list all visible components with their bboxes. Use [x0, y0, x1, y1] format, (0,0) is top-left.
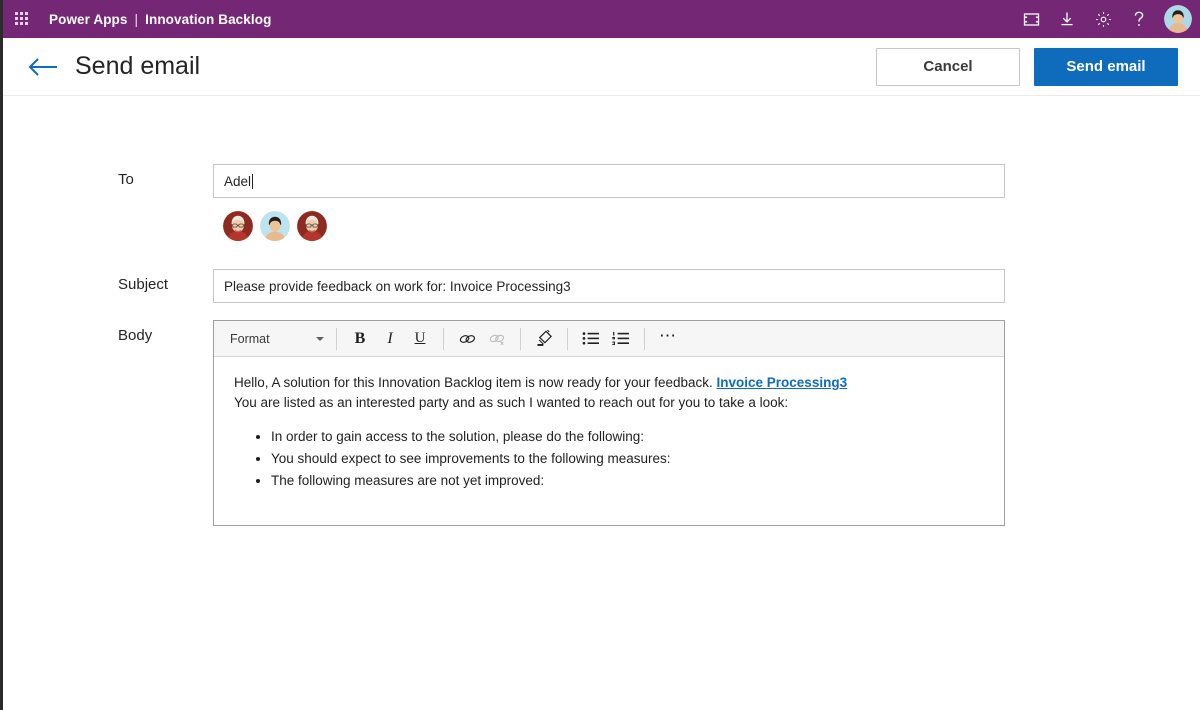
cancel-button[interactable]: Cancel: [876, 47, 1020, 86]
to-label: To: [118, 171, 134, 188]
body-paragraph-2: You are listed as an interested party an…: [234, 395, 789, 410]
command-bar-actions: Cancel Send email: [876, 47, 1178, 86]
email-body-content[interactable]: Hello, A solution for this Innovation Ba…: [214, 357, 1004, 525]
italic-button[interactable]: I: [375, 325, 405, 353]
subject-label: Subject: [118, 276, 169, 293]
list-item: You should expect to see improvements to…: [271, 448, 986, 469]
bold-button[interactable]: B: [345, 325, 375, 353]
subject-input[interactable]: Please provide feedback on work for: Inv…: [213, 269, 1005, 303]
list-item: In order to gain access to the solution,…: [271, 426, 986, 447]
recipient-avatar-1[interactable]: [223, 211, 253, 241]
unlink-icon: [482, 325, 512, 353]
download-icon[interactable]: [1050, 2, 1084, 36]
body-paragraph-1: Hello, A solution for this Innovation Ba…: [234, 373, 986, 393]
recipient-avatar-3[interactable]: [297, 211, 327, 241]
invoice-processing-link[interactable]: Invoice Processing3: [717, 375, 848, 390]
more-options-button[interactable]: ⋯: [653, 325, 683, 353]
to-field-container: Adel: [213, 164, 1005, 241]
format-dropdown[interactable]: Format: [220, 326, 328, 352]
to-input-value: Adel: [224, 173, 252, 189]
power-apps-send-email-screen: Power Apps | Innovation Backlog Send ema…: [0, 0, 1200, 710]
chevron-down-icon: [316, 336, 324, 341]
waffle-grid: [15, 12, 29, 26]
rich-text-toolbar: Format B I U ⋯: [214, 321, 1004, 357]
format-dropdown-label: Format: [230, 331, 270, 346]
bulleted-list-icon[interactable]: [576, 325, 606, 353]
app-launcher-waffle-icon[interactable]: [9, 6, 35, 32]
field-row-body: Body Format B I U ⋯ Hello, A solution fo…: [3, 320, 1200, 526]
toolbar-divider: [520, 327, 521, 350]
text-cursor: [252, 173, 254, 189]
back-arrow-icon[interactable]: [23, 49, 63, 85]
app-name[interactable]: Power Apps: [49, 12, 128, 27]
recipient-avatar-2[interactable]: [260, 211, 290, 241]
subject-field-container: Please provide feedback on work for: Inv…: [213, 269, 1005, 303]
toolbar-divider: [644, 327, 645, 350]
body-label: Body: [118, 327, 153, 344]
suite-bar: Power Apps | Innovation Backlog: [3, 0, 1200, 38]
list-item: The following measures are not yet impro…: [271, 470, 986, 491]
rich-text-editor: Format B I U ⋯ Hello, A solution for thi…: [213, 320, 1005, 526]
title-separator: |: [134, 11, 139, 27]
subject-input-value: Please provide feedback on work for: Inv…: [224, 278, 571, 294]
settings-gear-icon[interactable]: [1086, 2, 1120, 36]
avatar[interactable]: [1164, 5, 1192, 33]
command-bar: Send email Cancel Send email: [3, 38, 1200, 96]
field-row-to: To Adel: [3, 164, 1200, 241]
field-row-subject: Subject Please provide feedback on work …: [3, 269, 1200, 303]
environment-name[interactable]: Innovation Backlog: [145, 12, 271, 27]
send-email-form: To Adel Subject Please provide feedback …: [3, 96, 1200, 526]
clear-formatting-icon[interactable]: [529, 325, 559, 353]
page-title: Send email: [75, 52, 201, 80]
numbered-list-icon[interactable]: [606, 325, 636, 353]
body-field-container: Format B I U ⋯ Hello, A solution for thi…: [213, 320, 1005, 526]
fit-to-screen-icon[interactable]: [1014, 2, 1048, 36]
to-input[interactable]: Adel: [213, 164, 1005, 198]
toolbar-divider: [336, 327, 337, 350]
send-email-button[interactable]: Send email: [1034, 47, 1178, 86]
body-paragraph-1-text: Hello, A solution for this Innovation Ba…: [234, 375, 717, 390]
help-icon[interactable]: [1122, 2, 1156, 36]
toolbar-divider: [567, 327, 568, 350]
recipient-suggestion-list: [223, 211, 1005, 241]
suite-bar-actions: [1014, 0, 1192, 38]
toolbar-divider: [443, 327, 444, 350]
body-bullet-list: In order to gain access to the solution,…: [234, 426, 986, 491]
link-icon[interactable]: [452, 325, 482, 353]
underline-button[interactable]: U: [405, 325, 435, 353]
suite-title: Power Apps | Innovation Backlog: [49, 12, 271, 27]
